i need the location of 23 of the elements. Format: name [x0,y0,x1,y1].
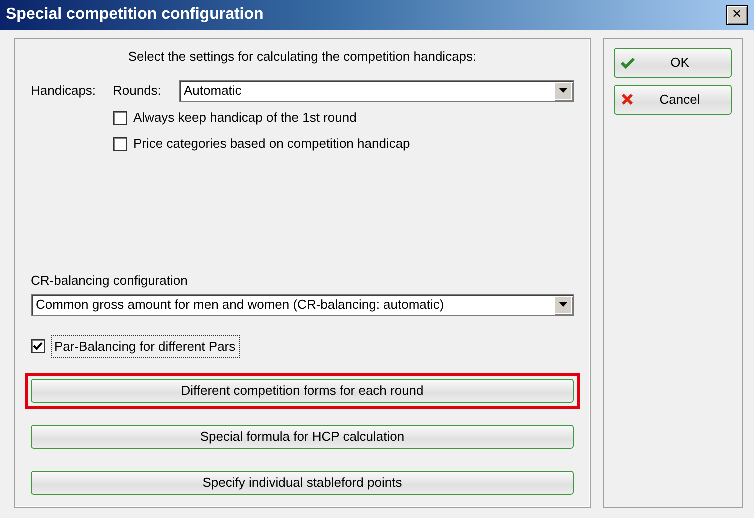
rounds-label: Rounds: [113,82,162,100]
cr-balancing-label: CR-balancing configuration [31,272,188,288]
window-title: Special competition configuration [6,5,264,25]
instruction-text: Select the settings for calculating the competition handicaps: [128,49,477,64]
dropdown-value: Automatic [184,82,242,100]
cr-balancing-dropdown[interactable]: Common gross amount for men and women (CR-balancing: automatic) [31,294,574,316]
rounds-dropdown[interactable]: Automatic [179,80,574,102]
action-button[interactable]: Different competition forms for each round [31,379,574,403]
checkbox[interactable] [113,110,127,125]
close-button[interactable]: × [726,5,748,25]
checkbox[interactable] [113,136,127,151]
handicaps-label: Handicaps: [31,82,98,100]
check-icon [621,56,635,70]
checkbox-label[interactable]: Always keep handicap of the 1st round [134,108,357,128]
cross-icon [621,93,635,106]
action-button[interactable]: Special formula for HCP calculation [31,425,574,449]
checkbox-label[interactable]: Price categories based on competition handicap [134,134,410,154]
cancel-button[interactable]: Cancel [614,84,732,114]
action-button[interactable]: Specify individual stableford points [31,471,574,495]
checkbox-label[interactable]: Par-Balancing for different Pars [52,336,239,357]
checkbox[interactable] [31,339,45,354]
dropdown-value: Common gross amount for men and women (CR-balancing: automatic) [36,296,444,314]
ok-button[interactable]: OK [614,48,732,78]
